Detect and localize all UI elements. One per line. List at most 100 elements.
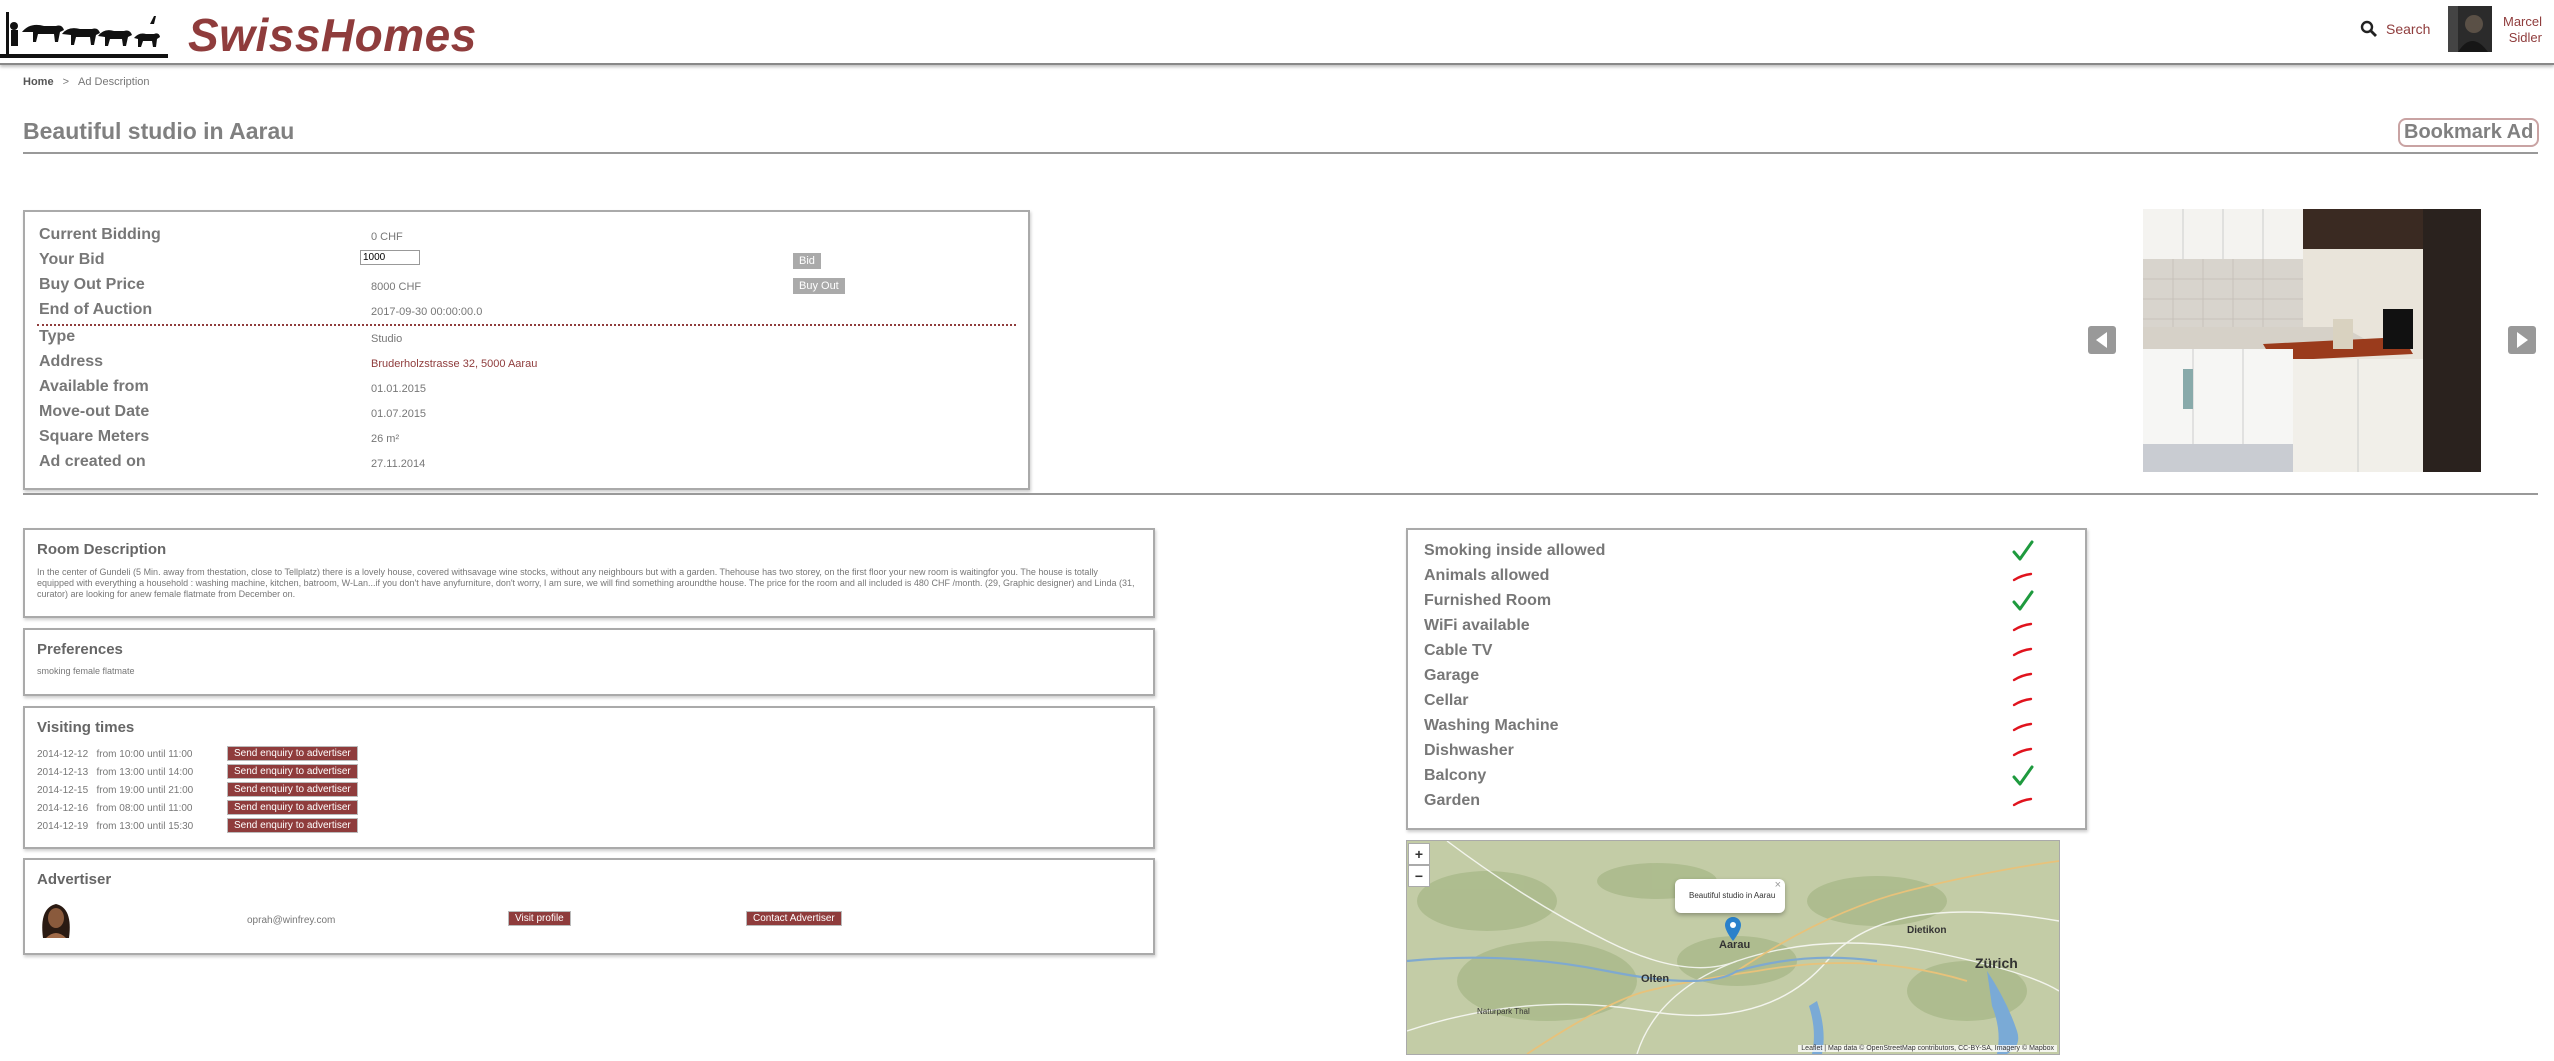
amenity-label: Cellar [1424, 692, 1469, 709]
user-name[interactable]: Marcel Sidler [2498, 14, 2542, 46]
address-label: Address [39, 353, 104, 370]
map-label-dietikon: Dietikon [1907, 925, 1947, 936]
current-bidding-label: Current Bidding [39, 226, 161, 243]
send-enquiry-button[interactable]: Send enquiry to advertiser [227, 746, 358, 761]
user-avatar[interactable] [2448, 6, 2492, 52]
map-marker-icon[interactable] [1725, 917, 1741, 941]
breadcrumb-home-link[interactable]: Home [23, 76, 54, 88]
arrow-right-icon [2517, 332, 2528, 348]
end-of-auction-label: End of Auction [39, 301, 153, 318]
available-from-label: Available from [39, 378, 149, 395]
visit-slot: 2014-12-16 from 08:00 until 11:00 [37, 803, 193, 814]
square-meters-label: Square Meters [39, 428, 150, 445]
address-link[interactable]: Bruderholzstrasse 32, 5000 Aarau [371, 358, 537, 370]
room-description-title: Room Description [37, 541, 167, 558]
search-icon [2360, 20, 2377, 37]
advertiser-avatar[interactable] [37, 900, 75, 938]
map-popup-text: Beautiful studio in Aarau [1689, 891, 1776, 900]
check-icon [2012, 590, 2034, 617]
amenity-label: Smoking inside allowed [1424, 542, 1606, 559]
available-from-value: 01.01.2015 [371, 383, 427, 395]
bookmark-ad-button[interactable]: Bookmark Ad [2398, 118, 2540, 147]
amenity-label: Animals allowed [1424, 567, 1550, 584]
logo-icon[interactable] [0, 4, 168, 62]
search-label: Search [2386, 21, 2431, 37]
advertiser-box: Advertiser oprah@winfrey.com Visit profi… [23, 858, 1155, 955]
advertiser-title: Advertiser [37, 871, 112, 888]
map-popup: Beautiful studio in Aarau × [1675, 879, 1785, 913]
check-icon [2012, 540, 2034, 567]
buy-out-price-value: 8000 CHF [371, 281, 422, 293]
amenity-label: Garden [1424, 792, 1481, 809]
type-value: Studio [371, 333, 403, 345]
brand-title[interactable]: SwissHomes [188, 8, 477, 62]
cross-dash-icon [2012, 615, 2034, 642]
visit-slot: 2014-12-12 from 10:00 until 11:00 [37, 749, 193, 760]
cross-dash-icon [2012, 640, 2034, 667]
cross-dash-icon [2012, 565, 2034, 592]
type-label: Type [39, 328, 76, 345]
send-enquiry-button[interactable]: Send enquiry to advertiser [227, 782, 358, 797]
gallery-next-button[interactable] [2508, 326, 2536, 354]
cross-dash-icon [2012, 740, 2034, 767]
amenities-box: Smoking inside allowed Animals allowed Fur… [1406, 528, 2087, 830]
visiting-times-box: Visiting times 2014-12-12 from 10:00 unt… [23, 706, 1155, 849]
preferences-text: smoking female flatmate [37, 666, 135, 676]
map-label-zurich: Zürich [1975, 955, 2018, 971]
send-enquiry-button[interactable]: Send enquiry to advertiser [227, 800, 358, 815]
map-label-olten: Olten [1641, 973, 1670, 985]
your-bid-label: Your Bid [39, 251, 105, 268]
arrow-left-icon [2096, 332, 2107, 348]
move-out-date-label: Move-out Date [39, 403, 150, 420]
bid-button[interactable]: Bid [793, 253, 821, 269]
location-map[interactable]: + − Aarau Olten Zürich Dietikon Naturpar… [1406, 840, 2060, 1055]
content-divider [23, 493, 2538, 495]
send-enquiry-button[interactable]: Send enquiry to advertiser [227, 818, 358, 833]
section-divider [37, 324, 1016, 326]
preferences-box: Preferences smoking female flatmate [23, 628, 1155, 696]
title-divider [23, 152, 2538, 154]
map-zoom-in-button[interactable]: + [1408, 843, 1430, 865]
buy-out-button[interactable]: Buy Out [793, 278, 845, 294]
buy-out-price-label: Buy Out Price [39, 276, 145, 293]
room-description-box: Room Description In the center of Gundel… [23, 528, 1155, 618]
send-enquiry-button[interactable]: Send enquiry to advertiser [227, 764, 358, 779]
visit-slot: 2014-12-15 from 19:00 until 21:00 [37, 785, 194, 796]
current-bidding-value: 0 CHF [371, 231, 403, 243]
breadcrumb: Home > Ad Description [23, 76, 150, 88]
map-popup-close-icon[interactable]: × [1775, 879, 1781, 891]
ad-created-on-label: Ad created on [39, 453, 146, 470]
visit-slot: 2014-12-13 from 13:00 until 14:00 [37, 767, 194, 778]
visit-profile-button[interactable]: Visit profile [508, 911, 571, 926]
breadcrumb-current: Ad Description [78, 76, 150, 88]
cross-dash-icon [2012, 790, 2034, 817]
amenity-label: Balcony [1424, 767, 1487, 784]
room-description-text: In the center of Gundeli (5 Min. away fr… [37, 567, 1135, 599]
contact-advertiser-button[interactable]: Contact Advertiser [746, 911, 842, 926]
breadcrumb-separator: > [62, 76, 69, 88]
amenity-label: Furnished Room [1424, 592, 1552, 609]
cross-dash-icon [2012, 715, 2034, 742]
visiting-times-title: Visiting times [37, 719, 135, 736]
visit-slot: 2014-12-19 from 13:00 until 15:30 [37, 821, 194, 832]
amenity-label: Cable TV [1424, 642, 1493, 659]
map-attribution[interactable]: Leaflet | Map data © OpenStreetMap contr… [1798, 1045, 2057, 1052]
amenity-label: Garage [1424, 667, 1480, 684]
square-meters-value: 26 m² [371, 433, 400, 445]
amenity-label: WiFi available [1424, 617, 1530, 634]
map-label-naturpark: Naturpark Thal [1477, 1007, 1530, 1016]
check-icon [2012, 765, 2034, 792]
map-zoom-out-button[interactable]: − [1408, 865, 1430, 887]
move-out-date-value: 01.07.2015 [371, 408, 427, 420]
page-title: Beautiful studio in Aarau [23, 118, 295, 144]
ad-created-on-value: 27.11.2014 [371, 458, 426, 470]
amenity-label: Dishwasher [1424, 742, 1514, 759]
cross-dash-icon [2012, 690, 2034, 717]
cross-dash-icon [2012, 665, 2034, 692]
your-bid-input[interactable] [360, 250, 420, 265]
advertiser-email: oprah@winfrey.com [247, 915, 336, 926]
end-of-auction-value: 2017-09-30 00:00:00.0 [371, 306, 483, 318]
search-link[interactable]: Search [2360, 20, 2430, 38]
gallery-prev-button[interactable] [2088, 326, 2116, 354]
apartment-photo [2143, 209, 2481, 472]
